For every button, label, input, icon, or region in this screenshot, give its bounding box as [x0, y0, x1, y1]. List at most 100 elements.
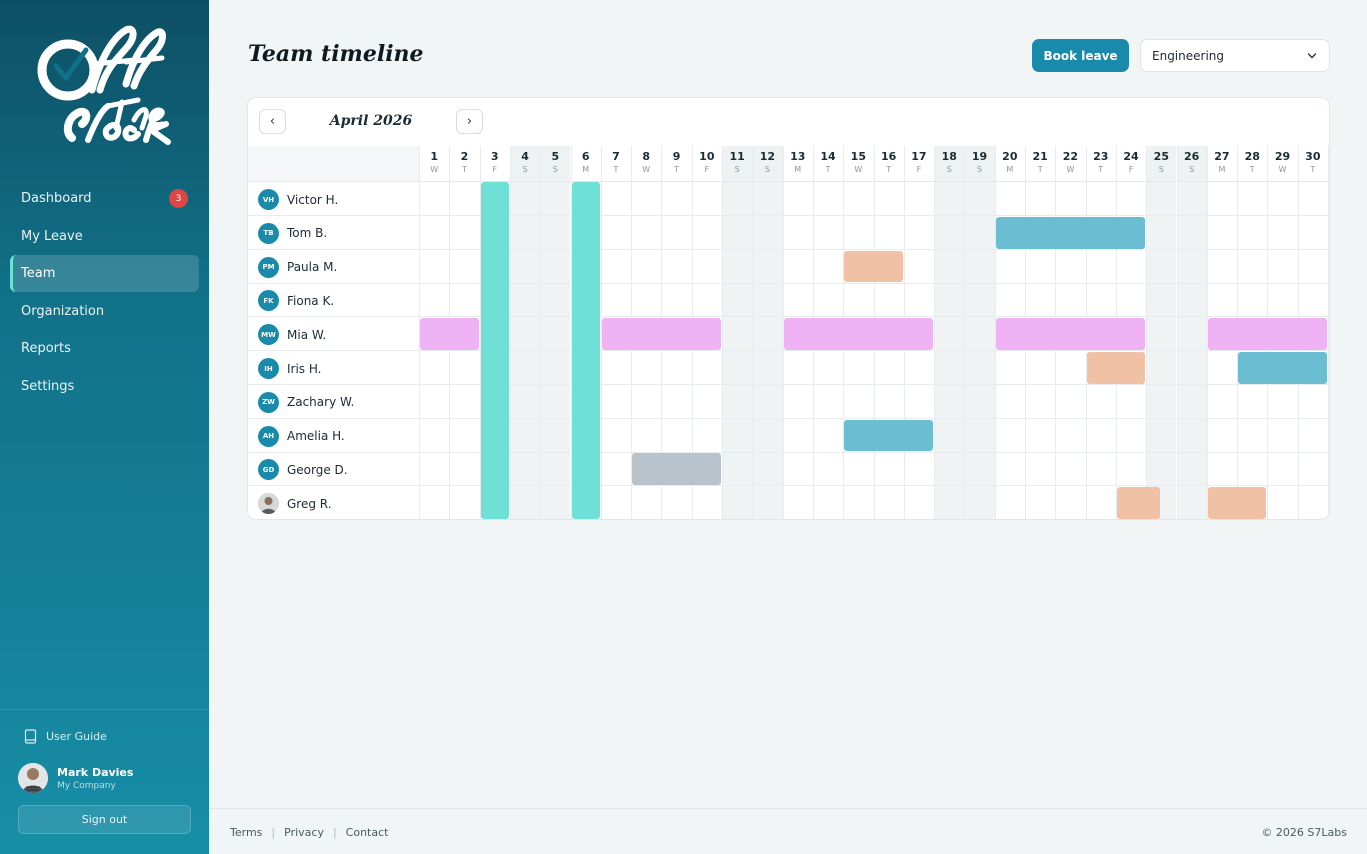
avatar: TB [258, 222, 279, 244]
day-header: 8W [631, 146, 662, 182]
day-letter: T [1310, 165, 1316, 174]
team-member[interactable]: VH Victor H. [258, 189, 338, 210]
day-letter: M [582, 165, 590, 174]
user-guide-link[interactable]: User Guide [24, 729, 107, 744]
leave-bar[interactable] [1238, 352, 1327, 384]
team-member[interactable]: FK Fiona K. [258, 290, 334, 312]
notification-badge: 3 [169, 189, 188, 208]
prev-month-button[interactable]: ‹ [259, 109, 286, 134]
leave-bar[interactable] [1207, 318, 1327, 350]
day-letter: F [704, 165, 710, 174]
member-photo-icon [258, 493, 279, 515]
separator: | [332, 826, 337, 839]
day-number: 2 [460, 150, 469, 163]
page-title: Team timeline [248, 41, 424, 67]
day-number: 14 [820, 150, 836, 163]
day-letter: S [977, 165, 983, 174]
leave-bar[interactable] [783, 318, 934, 350]
footer-links: Terms | Privacy | Contact [230, 826, 388, 839]
team-member[interactable]: Greg R. [258, 493, 332, 515]
day-letter: F [916, 165, 922, 174]
column-divider [1146, 146, 1148, 519]
day-header: 18 S [934, 146, 965, 182]
team-member[interactable]: MW Mia W. [258, 324, 327, 346]
table-row: ZW Zachary W. [248, 385, 1329, 419]
leave-bar[interactable] [420, 318, 479, 350]
day-number: 29 [1274, 150, 1291, 163]
avatar: PM [258, 256, 279, 278]
leave-bar[interactable] [632, 453, 721, 486]
day-number: 17 [911, 150, 927, 163]
nav-item-reports[interactable]: Reports [10, 330, 199, 367]
main-nav: Dashboard 3 My Leave Team Organization R… [10, 180, 199, 405]
team-member[interactable]: PM Paula M. [258, 256, 337, 278]
leave-bar[interactable] [844, 419, 934, 452]
day-number: 21 [1032, 150, 1048, 163]
table-row: Greg R. [248, 486, 1329, 519]
member-name: Greg R. [287, 496, 332, 511]
timeline-card: ‹ April 2026 › 1 W 2 T 3 F 4 S 5 S 6 M 7 T 8 W 9 T 10 F 11 S 1… [247, 97, 1330, 520]
member-name: Mia W. [287, 327, 327, 342]
leave-bar[interactable] [844, 250, 903, 283]
avatar: AH [258, 425, 279, 447]
leave-bar[interactable] [1207, 487, 1267, 519]
department-value: Engineering [1152, 48, 1224, 63]
day-header: 13 M [782, 146, 813, 182]
day-header: 19 S [964, 146, 995, 182]
day-number: 26 [1183, 150, 1200, 163]
team-member[interactable]: ZW Zachary W. [258, 391, 355, 413]
team-member[interactable]: IH Iris H. [258, 358, 322, 379]
nav-item-organization[interactable]: Organization [10, 293, 199, 330]
team-member[interactable]: AH Amelia H. [258, 425, 345, 447]
leave-bar[interactable] [995, 318, 1146, 350]
contact-link[interactable]: Contact [346, 826, 389, 839]
privacy-link[interactable]: Privacy [284, 826, 324, 839]
public-holiday-bar[interactable] [571, 182, 600, 519]
leave-bar[interactable] [1116, 487, 1161, 519]
day-number: 28 [1244, 150, 1260, 163]
public-holiday-bar[interactable] [480, 182, 509, 519]
table-row: FK Fiona K. [248, 283, 1329, 318]
terms-link[interactable]: Terms [230, 826, 262, 839]
day-header: 21 T [1025, 146, 1056, 182]
user-profile[interactable]: Mark Davies My Company [18, 763, 133, 793]
day-number: 16 [880, 150, 897, 163]
department-select[interactable]: Engineering [1140, 39, 1330, 72]
leave-bar[interactable] [995, 216, 1146, 249]
day-number: 25 [1153, 150, 1169, 163]
day-letter: F [492, 165, 498, 174]
sign-out-button[interactable]: Sign out [18, 805, 191, 834]
chevron-down-icon [1307, 53, 1317, 59]
day-letter: W [642, 165, 651, 174]
day-number: 6 [581, 150, 590, 163]
day-header: 11 S [722, 146, 753, 182]
day-letter: S [734, 165, 740, 174]
app-logo[interactable] [30, 20, 180, 160]
user-name: Mark Davies [57, 765, 134, 779]
table-row: IH Iris H. [248, 351, 1329, 385]
member-column-header [248, 146, 419, 182]
column-divider [509, 146, 511, 519]
team-member[interactable]: GD George D. [258, 459, 348, 481]
day-number: 5 [551, 150, 560, 163]
day-header: 4S [509, 146, 541, 182]
table-row: TB Tom B. [248, 216, 1329, 250]
day-number: 22 [1062, 150, 1079, 163]
leave-bar[interactable] [1086, 352, 1146, 384]
nav-item-dashboard[interactable]: Dashboard 3 [10, 180, 199, 217]
member-name: Zachary W. [287, 395, 355, 410]
leave-bar[interactable] [601, 318, 721, 350]
team-member[interactable]: TB Tom B. [258, 222, 327, 244]
nav-item-my-leave[interactable]: My Leave [10, 218, 199, 255]
day-header: 27 M [1206, 146, 1238, 182]
nav-item-settings[interactable]: Settings [10, 368, 199, 405]
nav-item-team[interactable]: Team [10, 255, 199, 292]
day-number: 23 [1093, 150, 1109, 163]
day-header: 10 F [691, 146, 722, 182]
day-header: 14 T [812, 146, 844, 182]
member-name: Amelia H. [287, 429, 345, 444]
column-divider [752, 146, 754, 519]
chevron-left-icon: ‹ [269, 114, 276, 129]
next-month-button[interactable]: › [456, 109, 483, 134]
book-leave-button[interactable]: Book leave [1032, 39, 1129, 72]
